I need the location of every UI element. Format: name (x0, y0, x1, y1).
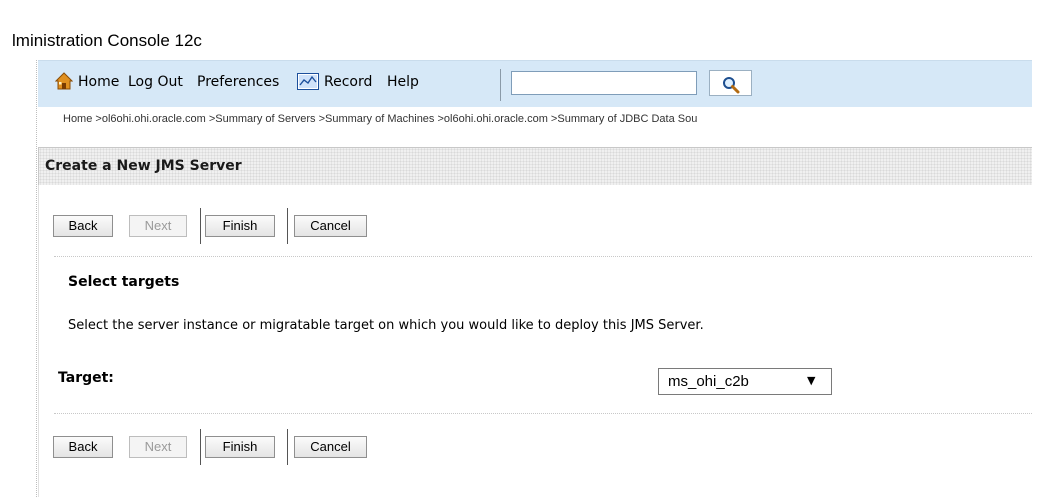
breadcrumb-separator: > (205, 113, 216, 125)
button-divider (287, 208, 288, 244)
section-description: Select the server instance or migratable… (68, 318, 704, 333)
button-divider (287, 429, 288, 465)
panel-title: Create a New JMS Server (45, 158, 242, 174)
search-icon (722, 76, 739, 93)
panel-header: Create a New JMS Server (38, 147, 1032, 185)
breadcrumb-item-home[interactable]: Home (63, 113, 92, 125)
logout-link[interactable]: Log Out (128, 74, 183, 90)
home-link[interactable]: Home (78, 74, 119, 90)
back-button-bottom[interactable]: Back (53, 436, 113, 458)
breadcrumb-item-host-2[interactable]: ol6ohi.ohi.oracle.com (444, 113, 548, 125)
finish-button-bottom[interactable]: Finish (205, 436, 275, 458)
target-select-value: ms_ohi_c2b (668, 373, 749, 390)
breadcrumb-item-host[interactable]: ol6ohi.ohi.oracle.com (102, 113, 206, 125)
target-label: Target: (58, 370, 114, 386)
next-button-bottom: Next (129, 436, 187, 458)
button-divider (200, 208, 201, 244)
divider-top (54, 256, 1032, 257)
help-link[interactable]: Help (387, 74, 419, 90)
breadcrumb: Home >ol6ohi.ohi.oracle.com >Summary of … (63, 113, 1032, 125)
finish-button-top[interactable]: Finish (205, 215, 275, 237)
search-button[interactable] (709, 70, 752, 96)
panel-body (38, 185, 1033, 497)
preferences-link[interactable]: Preferences (197, 74, 279, 90)
home-icon[interactable] (54, 72, 74, 94)
back-button-top[interactable]: Back (53, 215, 113, 237)
divider-bottom (54, 413, 1032, 414)
breadcrumb-item-servers[interactable]: Summary of Servers (215, 113, 315, 125)
console-title: lministration Console 12c (12, 31, 202, 50)
next-button-top: Next (129, 215, 187, 237)
record-icon[interactable] (297, 73, 319, 94)
breadcrumb-separator: > (547, 113, 558, 125)
button-divider (200, 429, 201, 465)
breadcrumb-item-jdbc[interactable]: Summary of JDBC Data Sou (557, 113, 697, 125)
section-title: Select targets (68, 274, 180, 290)
toolbar-divider (500, 69, 501, 101)
breadcrumb-item-machines[interactable]: Summary of Machines (325, 113, 434, 125)
cancel-button-top[interactable]: Cancel (294, 215, 367, 237)
top-toolbar: Home Log Out Preferences Record Help (38, 60, 1032, 107)
breadcrumb-separator: > (434, 113, 444, 125)
dropdown-arrow-icon: ▼ (807, 374, 816, 387)
record-link[interactable]: Record (324, 74, 372, 90)
breadcrumb-separator: > (92, 113, 102, 125)
cancel-button-bottom[interactable]: Cancel (294, 436, 367, 458)
target-select[interactable]: ms_ohi_c2b ▼ (658, 368, 832, 395)
breadcrumb-separator: > (315, 113, 325, 125)
left-divider (36, 60, 37, 497)
search-input[interactable] (511, 71, 697, 95)
